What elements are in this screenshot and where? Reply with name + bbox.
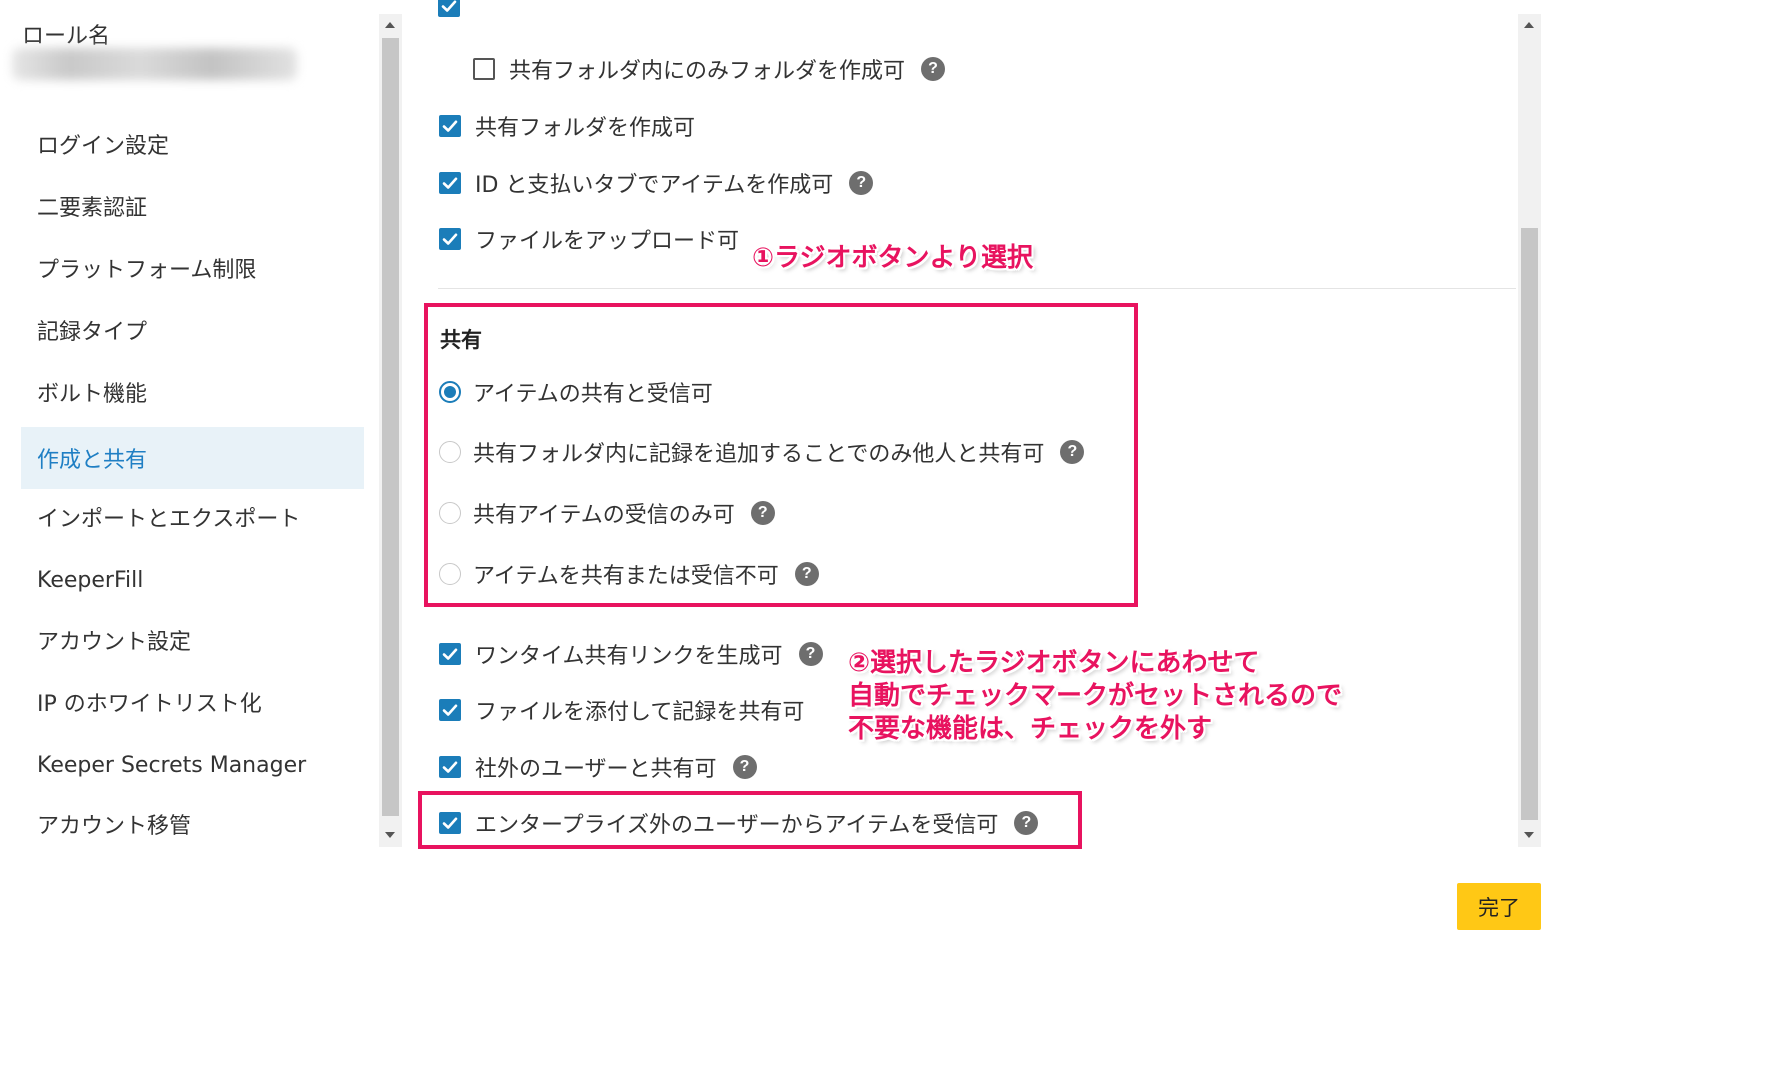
- annotation-step1: ①ラジオボタンより選択: [752, 243, 1033, 273]
- check-icon: [442, 648, 458, 660]
- scroll-up-arrow-icon[interactable]: [1524, 22, 1534, 28]
- section-divider: [438, 288, 1516, 289]
- sidebar-scroll-thumb[interactable]: [382, 38, 399, 816]
- option-id-payment-tab: ID と支払いタブでアイテムを作成可 ?: [439, 167, 874, 199]
- option-shared-folder-only: 共有フォルダ内にのみフォルダを作成可 ?: [473, 53, 946, 85]
- option-file-upload: ファイルをアップロード可: [439, 223, 739, 255]
- sidebar-item-account-settings[interactable]: アカウント設定: [21, 609, 364, 671]
- option-label: 共有フォルダを作成可: [475, 116, 696, 141]
- help-icon[interactable]: ?: [732, 755, 757, 779]
- partial-checkbox-top[interactable]: [438, 0, 462, 20]
- option-label: ID と支払いタブでアイテムを作成可: [475, 173, 834, 198]
- option-share-external: 社外のユーザーと共有可 ?: [439, 751, 757, 783]
- sidebar-item-secrets-manager[interactable]: Keeper Secrets Manager: [21, 734, 364, 796]
- help-icon[interactable]: ?: [798, 642, 823, 666]
- sidebar-item-account-transfer[interactable]: アカウント移管: [21, 793, 364, 855]
- option-one-time-link: ワンタイム共有リンクを生成可 ?: [439, 638, 823, 670]
- sidebar-item-platform-restriction[interactable]: プラットフォーム制限: [21, 237, 364, 299]
- checkbox[interactable]: [439, 699, 461, 721]
- annotation-line: 自動でチェックマークがセットされるので: [848, 681, 1343, 711]
- checkbox[interactable]: [438, 0, 460, 17]
- annotation-highlight-box: [424, 303, 1138, 607]
- option-create-shared-folder: 共有フォルダを作成可: [439, 110, 695, 142]
- done-button[interactable]: 完了: [1457, 883, 1541, 930]
- sidebar-item-two-factor[interactable]: 二要素認証: [21, 175, 364, 237]
- option-attach-file-share: ファイルを添付して記録を共有可: [439, 694, 804, 726]
- sidebar-item-ip-allowlist[interactable]: IP のホワイトリスト化: [21, 671, 364, 733]
- help-icon[interactable]: ?: [921, 57, 946, 81]
- role-name-value-redacted: [12, 48, 297, 80]
- sidebar-item-login-settings[interactable]: ログイン設定: [21, 113, 364, 175]
- checkbox[interactable]: [439, 228, 461, 250]
- annotation-highlight-box: [418, 791, 1082, 849]
- sidebar-item-import-export[interactable]: インポートとエクスポート: [21, 486, 364, 548]
- checkbox[interactable]: [473, 58, 495, 80]
- sidebar-item-keeperfill[interactable]: KeeperFill: [21, 549, 364, 611]
- check-icon: [442, 233, 458, 245]
- option-label: 社外のユーザーと共有可: [475, 757, 717, 782]
- option-label: ワンタイム共有リンクを生成可: [475, 644, 783, 669]
- scroll-down-arrow-icon[interactable]: [1524, 832, 1534, 838]
- content-scroll-thumb[interactable]: [1521, 228, 1538, 820]
- role-name-label: ロール名: [22, 24, 111, 49]
- option-label: ファイルをアップロード可: [475, 229, 740, 254]
- checkbox[interactable]: [439, 643, 461, 665]
- option-label: ファイルを添付して記録を共有可: [475, 700, 805, 725]
- check-icon: [442, 704, 458, 716]
- annotation-line: 不要な機能は、チェックを外す: [848, 714, 1213, 744]
- check-icon: [442, 120, 458, 132]
- sidebar-item-record-types[interactable]: 記録タイプ: [21, 299, 364, 361]
- annotation-step2: ②選択したラジオボタンにあわせて 自動でチェックマークがセットされるので 不要な…: [848, 647, 1342, 746]
- check-icon: [441, 0, 457, 12]
- scroll-down-arrow-icon[interactable]: [385, 832, 395, 838]
- option-label: 共有フォルダ内にのみフォルダを作成可: [509, 59, 906, 84]
- checkbox[interactable]: [439, 115, 461, 137]
- check-icon: [442, 761, 458, 773]
- checkbox[interactable]: [439, 172, 461, 194]
- sidebar-item-create-and-share[interactable]: 作成と共有: [21, 427, 364, 489]
- sidebar-item-vault-features[interactable]: ボルト機能: [21, 361, 364, 423]
- help-icon[interactable]: ?: [849, 171, 874, 195]
- scroll-up-arrow-icon[interactable]: [385, 22, 395, 28]
- checkbox[interactable]: [439, 756, 461, 778]
- check-icon: [442, 177, 458, 189]
- annotation-line: ②選択したラジオボタンにあわせて: [848, 648, 1260, 678]
